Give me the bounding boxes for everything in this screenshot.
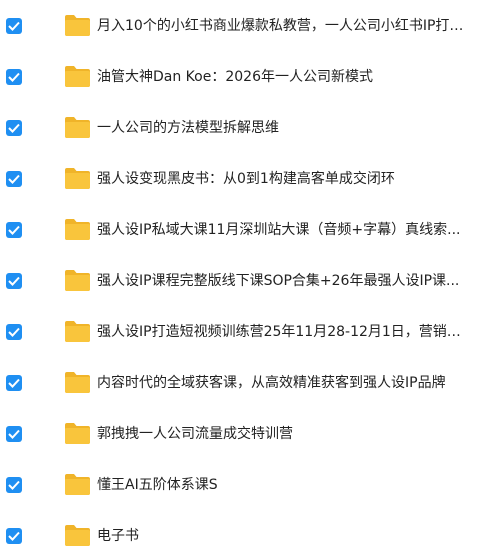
file-name[interactable]: 郭拽拽一人公司流量成交特训营 (97, 416, 467, 452)
file-row[interactable]: 强人设变现黑皮书：从0到1构建高客单成交闭环 (0, 161, 488, 197)
checkbox-checked-icon[interactable] (6, 171, 22, 187)
checkbox-checked-icon[interactable] (6, 120, 22, 136)
file-name[interactable]: 内容时代的全域获客课，从高效精准获客到强人设IP品牌 (97, 365, 467, 401)
checkbox-checked-icon[interactable] (6, 18, 22, 34)
file-list: 月入10个的小红书商业爆款私教营，一人公司小红书IP打造... 油管大神Dan … (0, 0, 488, 554)
folder-icon (64, 472, 91, 496)
file-row[interactable]: 油管大神Dan Koe：2026年一人公司新模式 (0, 59, 488, 95)
file-name[interactable]: 强人设变现黑皮书：从0到1构建高客单成交闭环 (97, 161, 467, 197)
checkbox-checked-icon[interactable] (6, 324, 22, 340)
checkbox-checked-icon[interactable] (6, 528, 22, 544)
checkbox-checked-icon[interactable] (6, 375, 22, 391)
file-row[interactable]: 郭拽拽一人公司流量成交特训营 (0, 416, 488, 452)
folder-icon (64, 268, 91, 292)
file-row[interactable]: 一人公司的方法模型拆解思维 (0, 110, 488, 146)
folder-icon (64, 13, 91, 37)
folder-icon (64, 319, 91, 343)
checkbox-checked-icon[interactable] (6, 273, 22, 289)
folder-icon (64, 217, 91, 241)
file-row[interactable]: 懂王AI五阶体系课S (0, 467, 488, 503)
file-name[interactable]: 懂王AI五阶体系课S (97, 467, 467, 503)
file-name[interactable]: 强人设IP打造短视频训练营25年11月28-12月1日，营销+... (97, 314, 467, 350)
folder-icon (64, 166, 91, 190)
checkbox-checked-icon[interactable] (6, 426, 22, 442)
file-row[interactable]: 强人设IP私域大课11月深圳站大课（音频+字幕）真线索... (0, 212, 488, 248)
folder-icon (64, 523, 91, 547)
file-name[interactable]: 月入10个的小红书商业爆款私教营，一人公司小红书IP打造... (97, 8, 467, 44)
file-name[interactable]: 强人设IP私域大课11月深圳站大课（音频+字幕）真线索... (97, 212, 467, 248)
checkbox-checked-icon[interactable] (6, 477, 22, 493)
file-row[interactable]: 强人设IP打造短视频训练营25年11月28-12月1日，营销+... (0, 314, 488, 350)
file-row[interactable]: 内容时代的全域获客课，从高效精准获客到强人设IP品牌 (0, 365, 488, 401)
checkbox-checked-icon[interactable] (6, 69, 22, 85)
folder-icon (64, 64, 91, 88)
folder-icon (64, 370, 91, 394)
folder-icon (64, 421, 91, 445)
folder-icon (64, 115, 91, 139)
file-name[interactable]: 一人公司的方法模型拆解思维 (97, 110, 467, 146)
checkbox-checked-icon[interactable] (6, 222, 22, 238)
file-row[interactable]: 月入10个的小红书商业爆款私教营，一人公司小红书IP打造... (0, 8, 488, 44)
file-row[interactable]: 强人设IP课程完整版线下课SOP合集+26年最强人设IP课... (0, 263, 488, 299)
file-name[interactable]: 强人设IP课程完整版线下课SOP合集+26年最强人设IP课... (97, 263, 467, 299)
file-name[interactable]: 油管大神Dan Koe：2026年一人公司新模式 (97, 59, 467, 95)
